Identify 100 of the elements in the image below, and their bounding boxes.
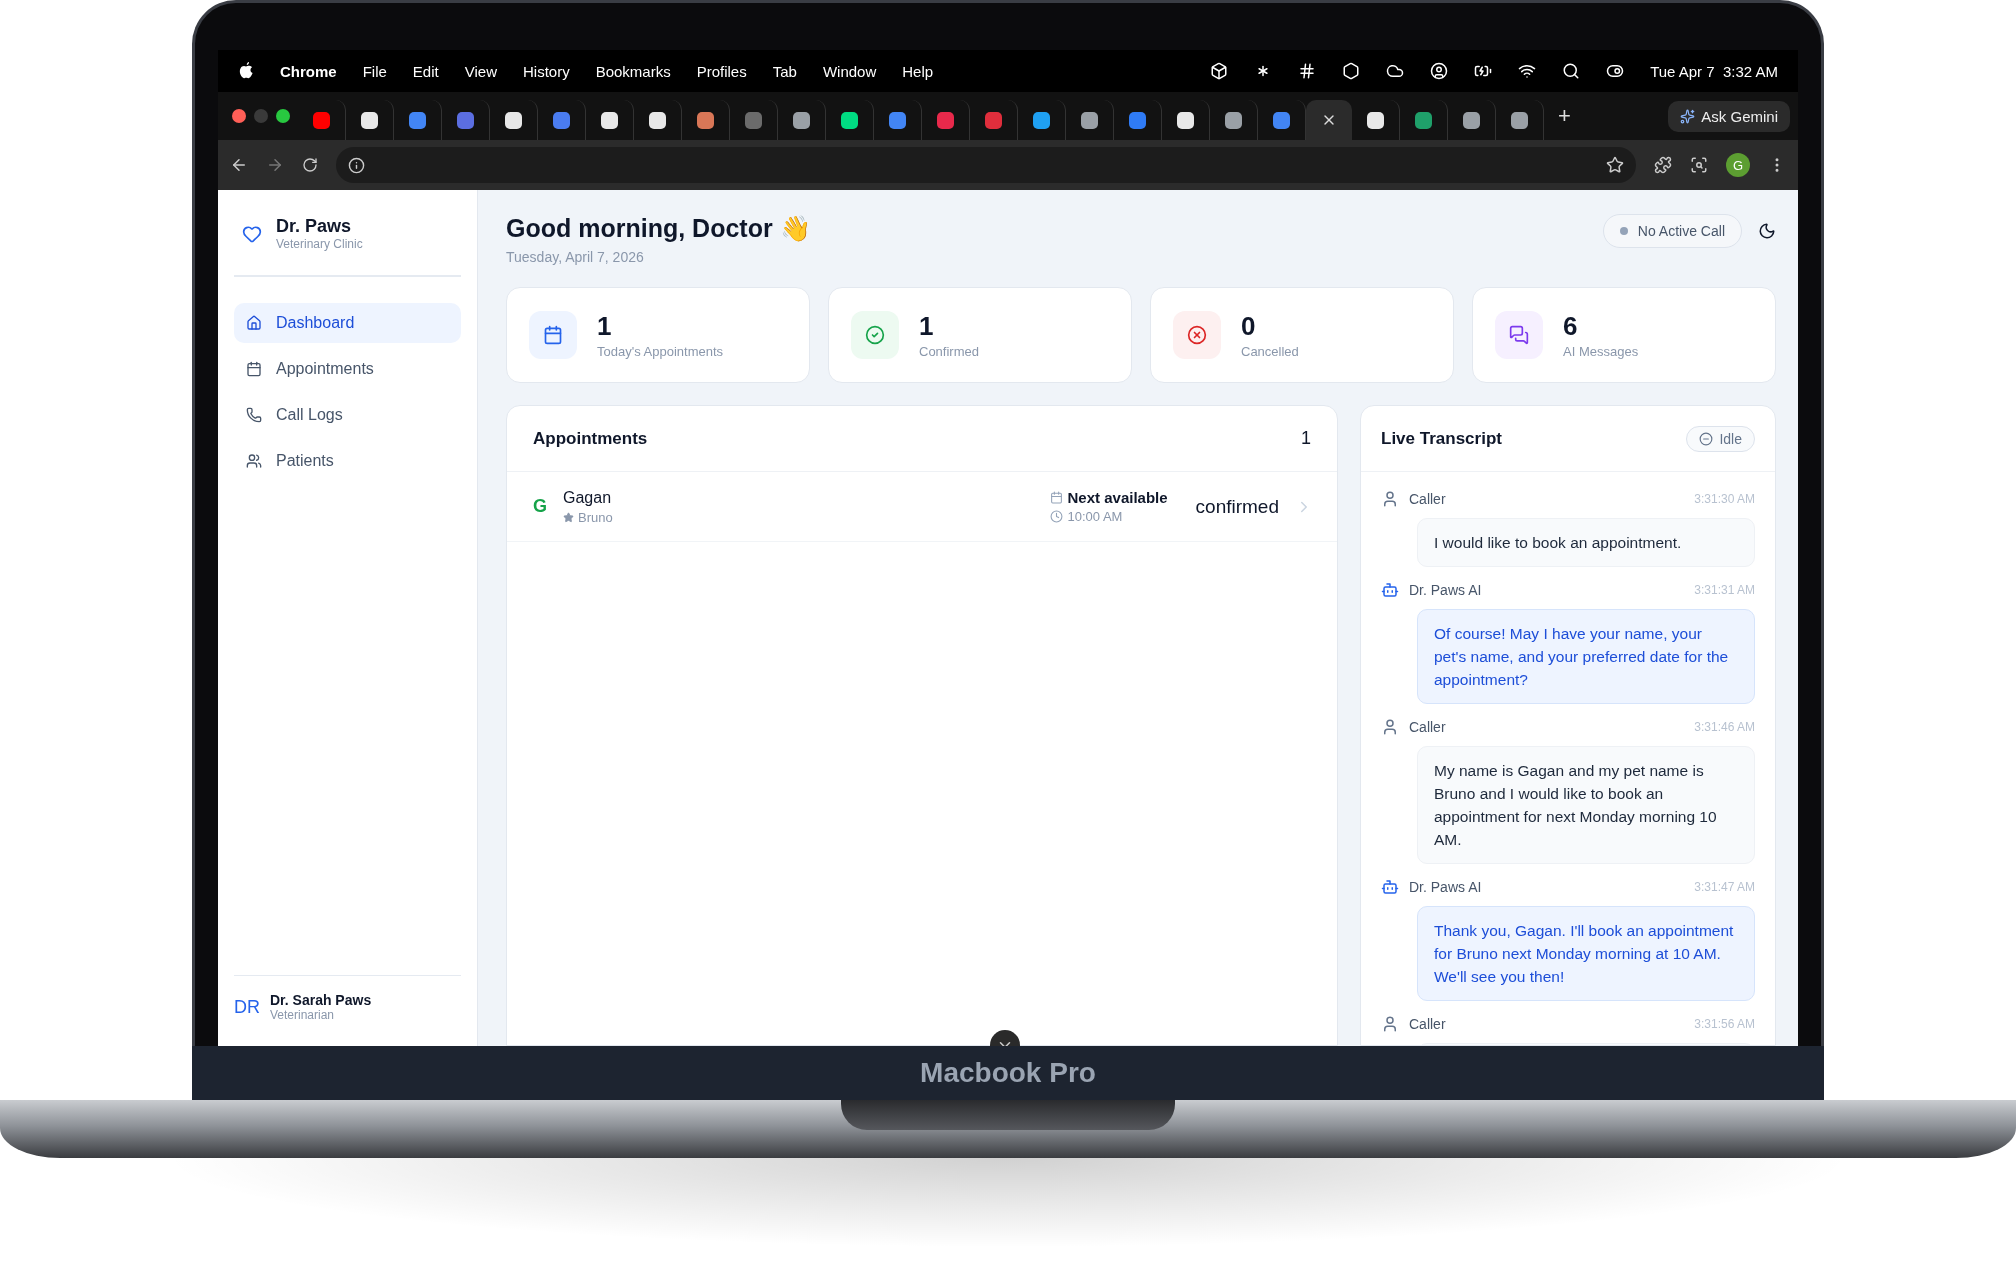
speaker-name: Dr. Paws AI (1409, 879, 1483, 895)
message-bubble: Of course! May I have your name, your pet's name, and your preferred date for the appointment? (1417, 609, 1755, 704)
stat-label: AI Messages (1563, 344, 1639, 359)
stat-value: 1 (597, 311, 613, 342)
forward-icon[interactable] (266, 156, 284, 174)
device-label: Macbook Pro (920, 1057, 1096, 1090)
stat-label: Cancelled (1241, 344, 1299, 359)
date-text: Tuesday, April 7, 2026 (506, 249, 645, 265)
wifi-icon[interactable] (1518, 62, 1537, 80)
app-menu[interactable]: Chrome (280, 62, 337, 80)
speaker-name: Dr. Paws AI (1409, 582, 1483, 598)
calendar-icon (543, 325, 563, 345)
favicon-icon (1463, 111, 1480, 129)
idle-text: Idle (1719, 430, 1742, 447)
appointment-count: 1 (1301, 428, 1311, 449)
ask-gemini-button[interactable]: Ask Gemini (1668, 100, 1790, 132)
bookmark-star-icon (1606, 156, 1624, 174)
toggle-icon[interactable] (1606, 62, 1625, 80)
stat-label: Confirmed (919, 344, 979, 359)
favicon-icon (1081, 111, 1098, 129)
message-time: 3:31:31 AM (1694, 583, 1755, 597)
user-icon (1381, 490, 1399, 508)
patient-initial: G (533, 496, 547, 517)
user-name: Dr. Sarah Paws (270, 992, 372, 1009)
menu-item[interactable]: History (522, 62, 570, 80)
menu-item[interactable]: Window (822, 62, 877, 80)
nav-item[interactable]: Patients (234, 441, 461, 481)
favicon-icon (1129, 111, 1146, 129)
menu-item[interactable]: Tab (772, 62, 797, 80)
favicon-icon (313, 111, 330, 129)
favicon-icon (1415, 111, 1432, 129)
extensions-icon[interactable] (1654, 156, 1672, 174)
message-time: 3:31:56 AM (1694, 1017, 1755, 1031)
menu-item[interactable]: Profiles (696, 62, 747, 80)
favicon-icon (697, 111, 714, 129)
stat-value: 0 (1241, 311, 1257, 342)
user-circle-icon[interactable] (1430, 62, 1449, 80)
message-time: 3:31:30 AM (1694, 492, 1755, 506)
info-icon (348, 156, 365, 174)
panel-title: Appointments (533, 428, 648, 449)
nav-item[interactable]: Call Logs (234, 395, 461, 435)
favicon-icon (409, 111, 426, 129)
star-icon (563, 511, 574, 523)
moon-icon[interactable] (1758, 222, 1776, 240)
menu-item[interactable]: Help (902, 62, 934, 80)
message-time: 3:31:46 AM (1694, 720, 1755, 734)
favicon-icon (793, 111, 810, 129)
nav-item[interactable]: Appointments (234, 349, 461, 389)
status-dot (1619, 227, 1628, 235)
favicon-icon (889, 111, 906, 129)
menu-item[interactable]: Edit (412, 62, 439, 80)
user-icon (1381, 1015, 1399, 1033)
minus-circle-icon (1699, 431, 1714, 446)
favicon-icon (553, 111, 570, 129)
close-window-icon[interactable] (232, 109, 246, 123)
calendar-icon (246, 361, 262, 377)
search-icon[interactable] (1562, 62, 1581, 80)
menu-item[interactable]: View (464, 62, 497, 80)
chat-bubbles-icon (1509, 325, 1529, 345)
favicon-icon (1177, 111, 1194, 129)
favicon-icon (361, 111, 378, 129)
message-bubble: Thank you, Gagan. I'll book an appointment for Bruno next Monday morning at 10 AM. We'll see you then! (1417, 906, 1755, 1001)
calendar-icon (1049, 491, 1063, 504)
check-circle-icon (865, 325, 885, 345)
favicon-icon (985, 111, 1002, 129)
screen-search-icon[interactable] (1690, 156, 1708, 174)
heart-icon (242, 223, 262, 244)
back-icon[interactable] (230, 156, 248, 174)
favicon-icon (841, 111, 858, 129)
user-initials: DR (234, 996, 260, 1018)
favicon-icon (457, 111, 474, 129)
clinic-subtitle: Veterinary Clinic (276, 237, 363, 251)
clinic-name: Dr. Paws (276, 216, 353, 237)
nav-item[interactable]: Dashboard (234, 303, 461, 343)
cloud-icon[interactable] (1386, 62, 1405, 80)
stat-label: Today's Appointments (597, 344, 724, 359)
speaker-name: Caller (1409, 491, 1447, 507)
hexagon-icon[interactable] (1342, 62, 1361, 80)
home-icon (246, 315, 262, 331)
favicon-icon (1511, 111, 1528, 129)
user-role: Veterinarian (270, 1008, 336, 1023)
hash-icon[interactable] (1298, 62, 1317, 80)
stat-value: 6 (1563, 311, 1579, 342)
appointment-date: Next available (1067, 489, 1168, 506)
new-tab-button[interactable]: + (1544, 103, 1585, 129)
maximize-window-icon[interactable] (276, 109, 290, 123)
appointment-time: 10:00 AM (1067, 509, 1123, 524)
stat-value: 1 (919, 311, 935, 342)
panel-title: Live Transcript (1381, 428, 1502, 449)
menu-item[interactable]: File (362, 62, 387, 80)
favicon-icon (601, 111, 618, 129)
favicon-icon (937, 111, 954, 129)
reload-icon[interactable] (302, 157, 318, 173)
cube-icon[interactable] (1210, 62, 1229, 80)
favicon-icon (1225, 111, 1242, 129)
menu-item[interactable]: Bookmarks (595, 62, 671, 80)
message-time: 3:31:47 AM (1694, 880, 1755, 894)
sparkle-icon (1680, 108, 1696, 124)
phone-icon (246, 407, 262, 423)
x-circle-icon (1187, 325, 1207, 345)
